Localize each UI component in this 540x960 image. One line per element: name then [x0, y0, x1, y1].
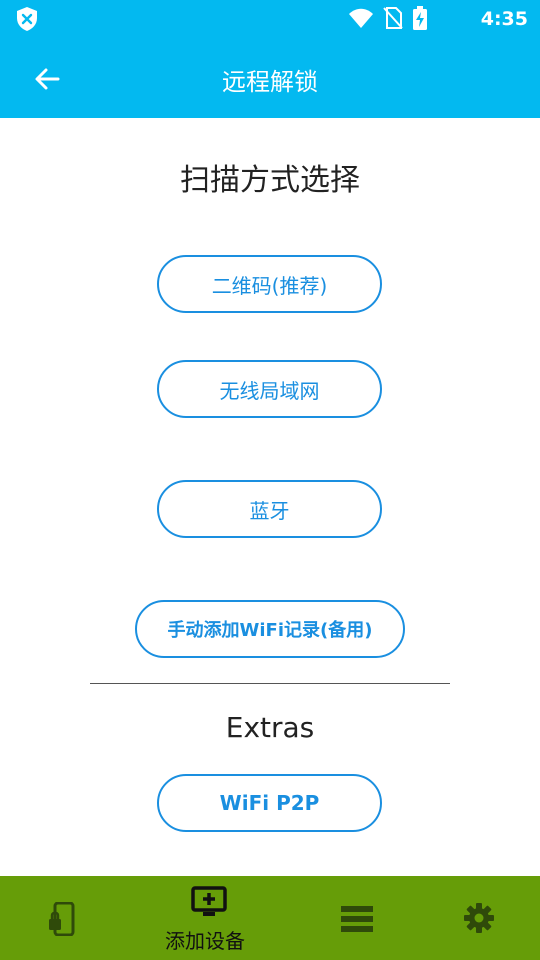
wifi-icon: [349, 8, 373, 28]
phone-lock-icon: [49, 902, 75, 936]
wlan-button[interactable]: 无线局域网: [157, 360, 382, 418]
manual-wifi-button-label: 手动添加WiFi记录(备用): [167, 620, 373, 641]
qrcode-button-label: 二维码(推荐): [211, 273, 328, 298]
extras-title: Extras: [225, 711, 315, 744]
bluetooth-button[interactable]: 蓝牙: [157, 480, 382, 538]
section-divider: [90, 683, 450, 684]
bottom-navigation: 添加设备: [0, 876, 540, 960]
status-icons: [348, 6, 428, 30]
bluetooth-button-label: 蓝牙: [249, 498, 290, 523]
wifi-p2p-button-label: WiFi P2P: [219, 791, 320, 815]
scan-method-title: 扫描方式选择: [180, 163, 360, 198]
settings-icon: [464, 903, 494, 933]
battery-charging-icon: [413, 6, 427, 30]
wlan-button-label: 无线局域网: [219, 378, 320, 403]
app-bar: 远程解锁: [0, 38, 540, 118]
status-time: 4:35: [480, 8, 528, 30]
nav-item-add-device-label: 添加设备: [165, 929, 245, 953]
manual-wifi-button[interactable]: 手动添加WiFi记录(备用): [135, 600, 405, 658]
status-bar: 4:35: [0, 0, 540, 38]
page-title: 远程解锁: [222, 68, 318, 96]
nav-item-phone-lock[interactable]: [0, 876, 135, 960]
wifi-p2p-button[interactable]: WiFi P2P: [157, 774, 382, 832]
nav-item-add-device[interactable]: 添加设备: [140, 876, 275, 960]
list-icon: [341, 906, 373, 932]
nav-item-settings[interactable]: [405, 876, 540, 960]
qrcode-button[interactable]: 二维码(推荐): [157, 255, 382, 313]
shield-x-icon: [17, 7, 37, 31]
no-sim-icon: [383, 7, 403, 29]
add-device-icon: [191, 886, 227, 916]
